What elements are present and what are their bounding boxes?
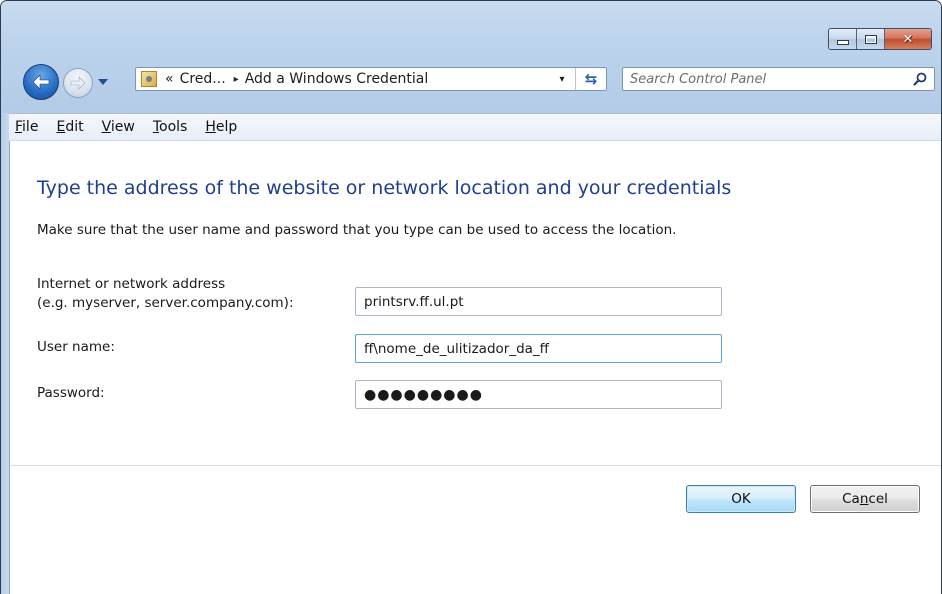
back-arrow-icon bbox=[32, 74, 50, 90]
address-dropdown-icon[interactable]: ▾ bbox=[552, 68, 572, 90]
chevron-down-icon bbox=[98, 78, 108, 85]
minimize-button[interactable] bbox=[829, 29, 857, 49]
address-bar[interactable]: « Cred... ▸ Add a Windows Credential ▾ ⇆ bbox=[135, 67, 607, 91]
search-input[interactable] bbox=[630, 71, 900, 87]
search-icon[interactable] bbox=[912, 71, 928, 87]
close-button[interactable]: ✕ bbox=[885, 29, 931, 49]
username-input[interactable] bbox=[355, 334, 722, 363]
menu-edit[interactable]: Edit bbox=[47, 114, 92, 140]
menu-bar: File Edit View Tools Help bbox=[9, 113, 941, 141]
address-label-line2: (e.g. myserver, server.company.com): bbox=[37, 295, 294, 311]
breadcrumb-separator-icon[interactable]: ▸ bbox=[234, 74, 239, 85]
content-area: Type the address of the website or netwo… bbox=[10, 141, 941, 594]
minimize-icon bbox=[836, 39, 849, 45]
menu-file[interactable]: File bbox=[9, 114, 47, 140]
page-title: Type the address of the website or netwo… bbox=[37, 177, 732, 199]
address-label: Internet or network address (e.g. myserv… bbox=[37, 275, 294, 313]
window-frame-left bbox=[1, 113, 10, 594]
breadcrumb-item-current[interactable]: Add a Windows Credential bbox=[245, 71, 429, 87]
password-input[interactable]: ●●●●●●●●● bbox=[355, 380, 722, 409]
navigation-buttons bbox=[23, 64, 133, 100]
back-button[interactable] bbox=[23, 64, 59, 100]
ok-button[interactable]: OK bbox=[686, 485, 796, 513]
address-label-line1: Internet or network address bbox=[37, 276, 226, 292]
breadcrumb-item-credentials[interactable]: Cred... bbox=[180, 71, 226, 87]
control-panel-icon bbox=[141, 71, 157, 87]
menu-view[interactable]: View bbox=[93, 114, 144, 140]
caption-buttons: ✕ bbox=[828, 28, 932, 50]
credential-window: ✕ « Cred... ▸ Add a Windows Credential ▾… bbox=[0, 0, 942, 594]
password-label: Password: bbox=[37, 385, 105, 401]
search-box[interactable] bbox=[622, 67, 935, 91]
username-label: User name: bbox=[37, 339, 115, 355]
close-icon: ✕ bbox=[902, 31, 914, 47]
breadcrumb-overflow-chevron[interactable]: « bbox=[165, 71, 174, 87]
maximize-icon bbox=[864, 34, 877, 44]
page-instructions: Make sure that the user name and passwor… bbox=[37, 222, 677, 238]
cancel-button[interactable]: Ca n cel bbox=[810, 485, 920, 513]
menu-tools[interactable]: Tools bbox=[144, 114, 197, 140]
window-frame bbox=[1, 1, 941, 113]
network-address-input[interactable] bbox=[355, 287, 722, 316]
forward-arrow-icon bbox=[70, 76, 86, 90]
recent-pages-dropdown[interactable] bbox=[97, 77, 109, 87]
forward-button[interactable] bbox=[63, 68, 93, 98]
refresh-icon[interactable]: ⇆ bbox=[575, 68, 606, 90]
menu-help[interactable]: Help bbox=[196, 114, 246, 140]
divider bbox=[10, 465, 941, 466]
maximize-button[interactable] bbox=[857, 29, 885, 49]
